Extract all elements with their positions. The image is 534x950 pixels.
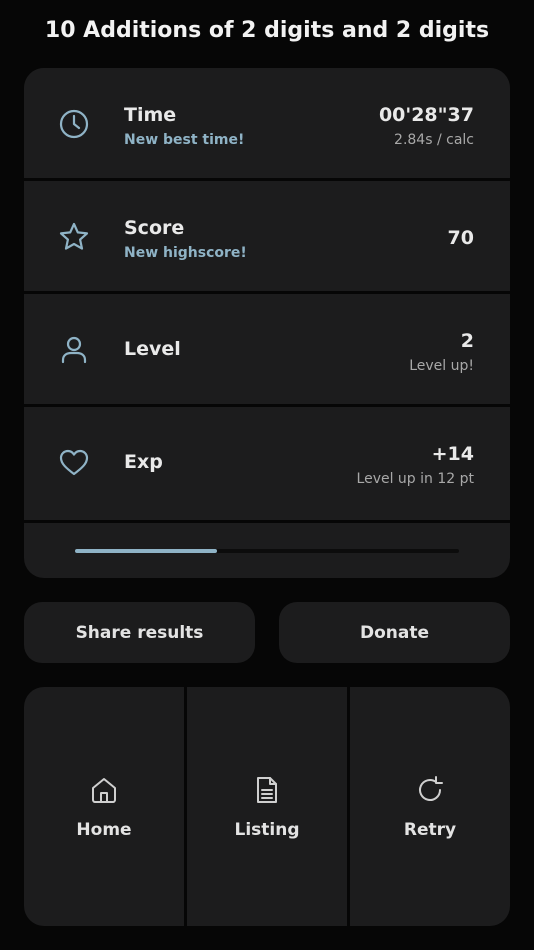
score-value: 70 bbox=[447, 227, 474, 249]
nav-retry[interactable]: Retry bbox=[350, 687, 510, 926]
time-subtitle: New best time! bbox=[124, 132, 245, 148]
time-row: Time New best time! 00'28"37 2.84s / cal… bbox=[24, 68, 510, 178]
exp-label: Exp bbox=[124, 451, 163, 473]
time-value: 00'28"37 bbox=[378, 104, 474, 126]
page-title: 10 Additions of 2 digits and 2 digits bbox=[44, 18, 490, 43]
share-results-button[interactable]: Share results bbox=[24, 602, 255, 663]
score-row: Score New highscore! 70 bbox=[24, 181, 510, 291]
heart-icon bbox=[58, 447, 90, 479]
level-label: Level bbox=[124, 338, 181, 360]
user-icon bbox=[58, 334, 90, 366]
refresh-icon bbox=[415, 775, 445, 805]
nav-listing-label: Listing bbox=[234, 820, 300, 840]
exp-progress bbox=[24, 523, 510, 578]
star-icon bbox=[58, 221, 90, 253]
time-label: Time bbox=[124, 104, 177, 126]
exp-value: +14 bbox=[431, 443, 474, 465]
document-icon bbox=[252, 775, 282, 805]
donate-button[interactable]: Donate bbox=[279, 602, 510, 663]
nav-retry-label: Retry bbox=[403, 820, 457, 840]
score-subtitle: New highscore! bbox=[124, 245, 247, 261]
nav-home[interactable]: Home bbox=[24, 687, 184, 926]
home-icon bbox=[89, 775, 119, 805]
level-status: Level up! bbox=[409, 358, 474, 374]
results-screen: 10 Additions of 2 digits and 2 digits Ti… bbox=[0, 0, 534, 950]
results-card: Time New best time! 00'28"37 2.84s / cal… bbox=[24, 68, 510, 578]
exp-row: Exp +14 Level up in 12 pt bbox=[24, 407, 510, 517]
exp-remaining: Level up in 12 pt bbox=[356, 471, 474, 487]
clock-icon bbox=[58, 108, 90, 140]
nav-home-label: Home bbox=[76, 820, 132, 840]
bottom-nav: Home Listing Retry bbox=[24, 687, 510, 926]
level-row: Level 2 Level up! bbox=[24, 294, 510, 404]
progress-fill bbox=[75, 549, 218, 553]
progress-track bbox=[75, 549, 459, 553]
score-label: Score bbox=[124, 217, 185, 239]
nav-listing[interactable]: Listing bbox=[187, 687, 347, 926]
time-per-calc: 2.84s / calc bbox=[394, 132, 474, 148]
level-value: 2 bbox=[460, 330, 474, 352]
